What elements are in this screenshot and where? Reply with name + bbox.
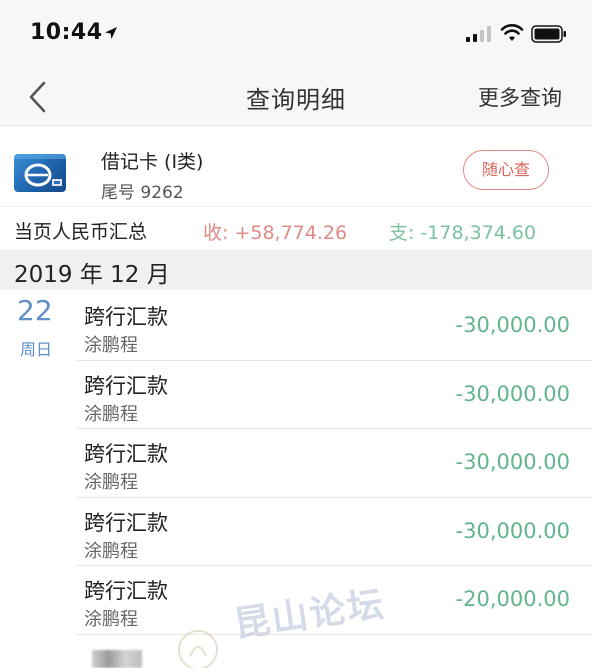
transaction-amount: -30,000.00 [455,381,570,406]
transaction-amount: -30,000.00 [455,518,570,543]
battery-icon [531,25,566,43]
transaction-counterparty: 涂鹏程 [84,472,138,493]
blurred-content [92,650,142,668]
summary-income: 收: +58,774.26 [203,222,348,244]
transaction-counterparty: 涂鹏程 [84,540,138,562]
page-summary-row: 当页人民币汇总 收: +58,774.26 支: -178,374.60 [0,208,592,250]
transaction-row[interactable]: 跨行汇款 涂鹏程 -30,000.00 [76,361,592,429]
status-time: 10:44 [30,20,103,45]
transaction-amount: -30,000.00 [455,313,570,337]
partial-transaction-row[interactable] [76,636,592,668]
status-bar: 10:44 [0,0,592,68]
month-header: 2019 年 12 月 [0,250,592,290]
more-query-button[interactable]: 更多查询 [478,82,562,112]
month-label: 2019 年 12 月 [14,262,170,288]
transaction-counterparty: 涂鹏程 [84,609,138,630]
bank-card-icon [14,154,66,192]
transaction-title: 跨行汇款 [84,442,168,466]
watermark-logo-icon [178,630,218,668]
transaction-row[interactable]: 跨行汇款 涂鹏程 -30,000.00 [76,498,592,566]
transaction-title: 跨行汇款 [84,510,168,535]
card-tail-number: 尾号 9262 [101,183,184,203]
transaction-title: 跨行汇款 [84,579,168,603]
summary-expense: 支: -178,374.60 [389,222,537,244]
day-number: 22 [17,294,53,327]
random-query-button[interactable]: 随心查 [463,150,549,190]
transaction-counterparty: 涂鹏程 [84,403,138,425]
transaction-title: 跨行汇款 [84,373,168,398]
location-arrow-icon [105,27,117,39]
transaction-amount: -30,000.00 [455,450,570,474]
nav-bar: 查询明细 更多查询 [0,68,592,126]
transaction-title: 跨行汇款 [84,305,168,329]
card-name: 借记卡 (I类) [101,151,204,173]
weekday-label: 周日 [20,340,53,359]
summary-label: 当页人民币汇总 [14,221,148,243]
cellular-signal-icon [466,26,491,42]
transaction-row[interactable]: 跨行汇款 涂鹏程 -30,000.00 [76,292,592,361]
wifi-icon [500,24,524,41]
transaction-counterparty: 涂鹏程 [84,335,138,356]
transaction-row[interactable]: 跨行汇款 涂鹏程 -30,000.00 [76,429,592,498]
transaction-amount: -20,000.00 [455,587,570,611]
card-info-row: 借记卡 (I类) 尾号 9262 随心查 [0,127,592,207]
